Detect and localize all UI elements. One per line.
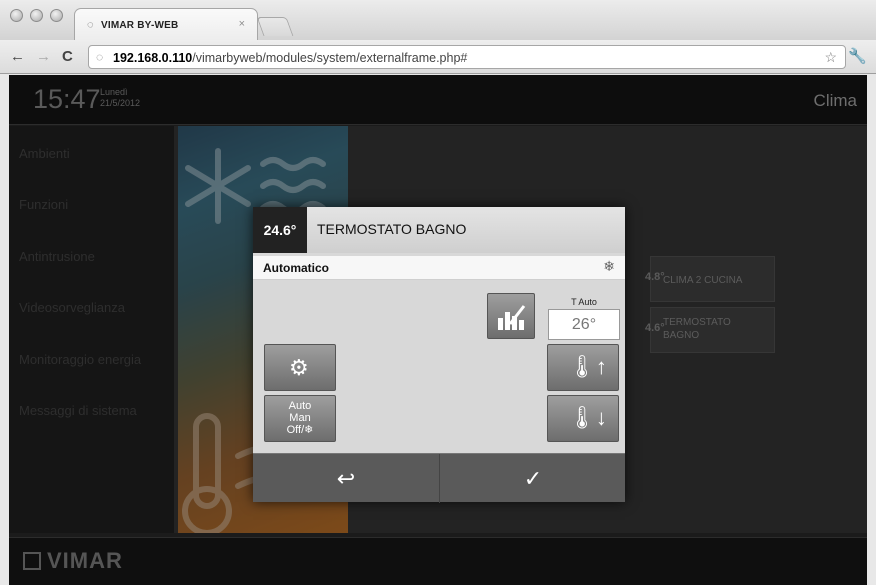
sidebar-item-funzioni[interactable]: Funzioni: [19, 197, 68, 212]
star-icon[interactable]: ☆: [824, 49, 837, 66]
chart-edit-button[interactable]: [487, 293, 535, 339]
thermostat-card-bagno[interactable]: 4.6° TERMOSTATO BAGNO: [645, 307, 775, 353]
zoom-window-button[interactable]: [50, 9, 63, 22]
reload-icon[interactable]: C: [62, 48, 73, 65]
confirm-button[interactable]: ✓: [440, 454, 626, 503]
card-label: TERMOSTATO BAGNO: [663, 317, 731, 341]
t-auto-label: T Auto: [571, 297, 597, 307]
back-button[interactable]: ↩: [253, 454, 439, 503]
new-tab-button[interactable]: [256, 17, 294, 36]
url-text: 192.168.0.110/vimarbyweb/modules/system/…: [113, 51, 468, 65]
sidebar-item-videosorveglianza[interactable]: Videosorveglianza: [19, 300, 125, 315]
thermometer-down-icon: 🌡↓: [568, 405, 607, 430]
browser-titlebar: ◌ VIMAR BY-WEB ×: [0, 0, 876, 40]
thermostat-card-cucina[interactable]: 4.8° CLIMA 2 CUCINA: [645, 256, 775, 302]
chart-edit-icon: [498, 305, 526, 330]
sidebar-item-ambienti[interactable]: Ambienti: [19, 146, 70, 161]
t-auto-value: 26°: [548, 309, 620, 340]
sidebar-item-messaggi-di-sistema[interactable]: Messaggi di sistema: [19, 403, 137, 418]
app-footer: VIMAR: [9, 537, 867, 585]
minimize-window-button[interactable]: [30, 9, 43, 22]
globe-icon: ◌: [87, 19, 94, 31]
return-icon: ↩: [336, 466, 356, 491]
card-temperature: 4.8°: [645, 271, 665, 283]
address-bar[interactable]: ◌ 192.168.0.110/vimarbyweb/modules/syste…: [88, 45, 846, 69]
page-info-icon: ◌: [96, 50, 104, 64]
tab-title: VIMAR BY-WEB: [101, 20, 179, 31]
temperature-down-button[interactable]: 🌡↓: [547, 395, 619, 442]
heat-cool-icon: ❄: [603, 258, 615, 274]
close-tab-icon[interactable]: ×: [239, 18, 245, 30]
dialog-footer: ↩ ✓: [253, 453, 626, 503]
app-header: 15:47 Lunedì 21/5/2012 Clima: [9, 75, 867, 125]
browser-tab[interactable]: ◌ VIMAR BY-WEB ×: [74, 8, 258, 40]
browser-toolbar: ← → C ◌ 192.168.0.110/vimarbyweb/modules…: [0, 40, 876, 74]
thermostat-dialog: 24.6° TERMOSTATO BAGNO Automatico ❄ T Au…: [253, 207, 626, 503]
mode-bar: Automatico ❄: [253, 256, 625, 280]
sidebar: Ambienti Funzioni Antintrusione Videosor…: [9, 126, 174, 533]
wrench-icon[interactable]: 🔧: [848, 47, 867, 65]
card-label: CLIMA 2 CUCINA: [663, 275, 743, 286]
settings-button[interactable]: ⚙: [264, 344, 336, 391]
temperature-up-button[interactable]: 🌡↑: [547, 344, 619, 391]
forward-icon[interactable]: →: [36, 48, 51, 65]
checkmark-icon: ✓: [523, 466, 543, 491]
close-window-button[interactable]: [10, 9, 23, 22]
thermometer-up-icon: 🌡↑: [568, 354, 607, 379]
current-temperature: 24.6°: [253, 207, 307, 253]
card-temperature: 4.6°: [645, 322, 665, 334]
gears-icon: ⚙: [289, 355, 309, 380]
section-title: Clima: [813, 91, 857, 110]
dialog-header: 24.6° TERMOSTATO BAGNO: [253, 207, 625, 253]
sidebar-item-monitoraggio-energia[interactable]: Monitoraggio energia: [19, 352, 141, 367]
dialog-title: TERMOSTATO BAGNO: [317, 221, 467, 237]
mode-label: Automatico: [263, 261, 329, 275]
sidebar-item-antintrusione[interactable]: Antintrusione: [19, 249, 95, 264]
mode-button[interactable]: Auto Man Off/❄: [264, 395, 336, 442]
date-display: Lunedì 21/5/2012: [100, 87, 141, 108]
clock: 15:47: [33, 84, 101, 114]
vimar-logo: VIMAR: [23, 548, 123, 574]
back-icon[interactable]: ←: [10, 48, 25, 65]
snowflake-icon: ❄: [304, 424, 314, 436]
